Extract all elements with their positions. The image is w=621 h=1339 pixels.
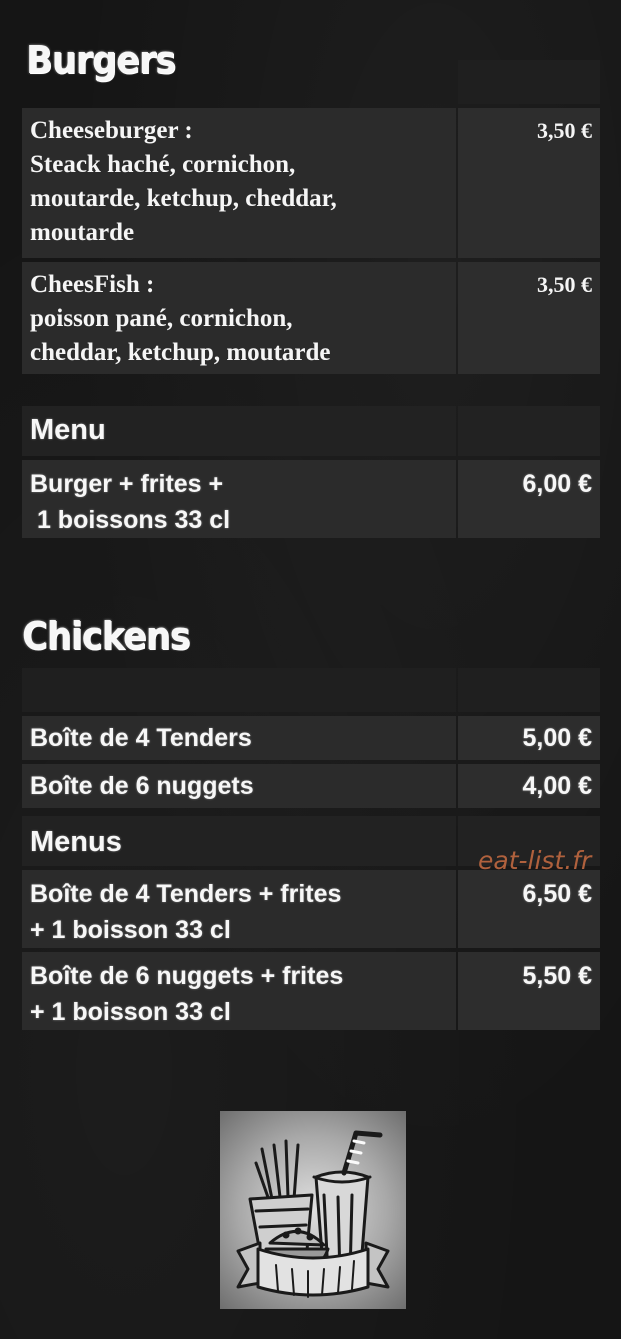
- item-description: poisson pané, cornichon, cheddar, ketchu…: [30, 305, 331, 366]
- watermark: eat-list.fr: [478, 846, 592, 875]
- item-price: 3,50 €: [537, 118, 592, 143]
- fries-drink-burger-icon: [220, 1111, 406, 1309]
- item-price: 5,00 €: [522, 724, 592, 752]
- item-name: Cheeseburger :: [30, 117, 193, 144]
- item-name: Boîte de 6 nuggets: [30, 772, 254, 800]
- item-price: 5,50 €: [522, 962, 592, 990]
- menu-item-cheesfish: CheesFish : poisson pané, cornichon, che…: [22, 262, 600, 374]
- menu-item-tenders: Boîte de 4 Tenders 5,00 €: [22, 716, 600, 760]
- table-header-row: [22, 668, 600, 712]
- item-line: Burger + frites +: [30, 470, 224, 498]
- menu-item-burger-combo: Burger + frites + 1 boissons 33 cl 6,00 …: [22, 460, 600, 538]
- menu-item-nuggets-combo: Boîte de 6 nuggets + frites + 1 boisson …: [22, 952, 600, 1030]
- item-line: + 1 boisson 33 cl: [30, 998, 231, 1026]
- subheader-menus: Menus: [30, 826, 122, 858]
- logo-illustration: [236, 1130, 390, 1298]
- item-name: Boîte de 4 Tenders: [30, 724, 252, 752]
- item-price: 6,00 €: [522, 470, 592, 498]
- item-line: Boîte de 4 Tenders + frites: [30, 880, 342, 908]
- menu-item-cheeseburger: Cheeseburger : Steack haché, cornichon, …: [22, 108, 600, 258]
- item-price: 3,50 €: [537, 272, 592, 297]
- item-price: 4,00 €: [522, 772, 592, 800]
- menu-item-nuggets: Boîte de 6 nuggets 4,00 €: [22, 764, 600, 808]
- item-price: 6,50 €: [522, 880, 592, 908]
- item-line: + 1 boisson 33 cl: [30, 916, 231, 944]
- subheader-menu: Menu: [30, 414, 106, 446]
- menu-item-tenders-combo: Boîte de 4 Tenders + frites + 1 boisson …: [22, 870, 600, 948]
- item-name: CheesFish :: [30, 271, 155, 298]
- table-header-row: [22, 60, 600, 104]
- menu-subheader-row: Menu: [22, 406, 600, 456]
- item-line: Boîte de 6 nuggets + frites: [30, 962, 344, 990]
- menu-board: Burgers Cheeseburger : Steack haché, cor…: [0, 0, 621, 1339]
- item-description: Steack haché, cornichon, moutarde, ketch…: [30, 151, 337, 246]
- section-title-chickens: Chickens: [22, 614, 191, 658]
- item-line: 1 boissons 33 cl: [30, 506, 231, 534]
